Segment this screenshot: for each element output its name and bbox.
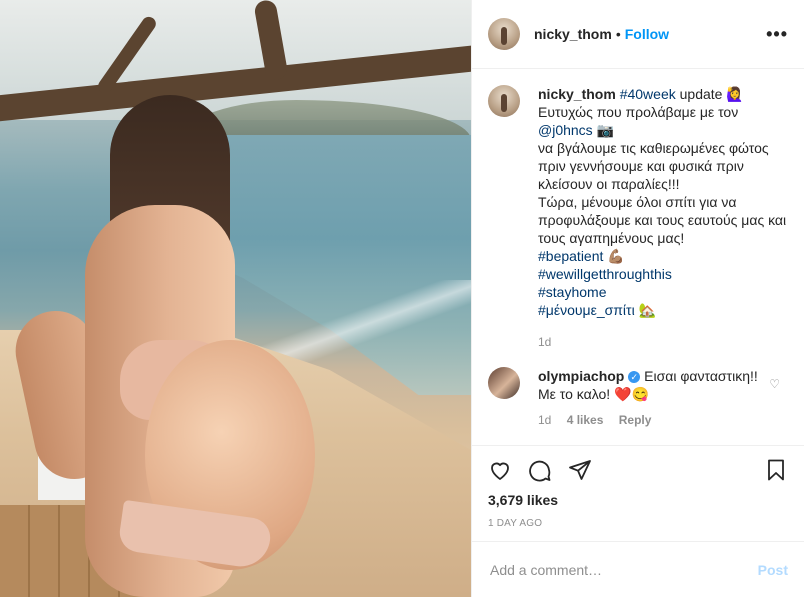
comment-time[interactable]: 1d bbox=[538, 413, 551, 427]
add-comment-bar: Post bbox=[472, 541, 804, 597]
caption-mention-line: @j0hncs 📷 bbox=[538, 121, 788, 139]
likes-count[interactable]: 3,679 likes bbox=[472, 486, 804, 508]
hashtag-line-1: #bepatient 💪🏽 bbox=[538, 247, 788, 265]
house-emoji: 🏡 bbox=[638, 302, 657, 318]
more-options-icon[interactable]: ••• bbox=[766, 24, 788, 45]
hashtag-stayhome[interactable]: #stayhome bbox=[538, 283, 788, 301]
post-photo[interactable] bbox=[0, 0, 471, 597]
mention-link[interactable]: @j0hncs bbox=[538, 122, 593, 138]
post-header: nicky_thom • Follow ••• bbox=[472, 0, 804, 69]
add-comment-input[interactable] bbox=[488, 560, 758, 579]
header-separator: • bbox=[615, 26, 621, 42]
comment-reply-button[interactable]: Reply bbox=[619, 413, 652, 427]
caption-line4: Τώρα, μένουμε όλοι σπίτι για να προφυλάξ… bbox=[538, 194, 787, 246]
hashtag-line-4: #μένουμε_σπίτι 🏡 bbox=[538, 301, 788, 319]
caption-line3: να βγάλουμε τις καθιερωμένες φώτος πριν … bbox=[538, 140, 769, 192]
commenter-avatar[interactable] bbox=[488, 367, 520, 399]
comment-meta: 1d 4 likes Reply bbox=[538, 413, 788, 427]
hashtag-40week[interactable]: #40week bbox=[620, 86, 676, 102]
photo-woman bbox=[8, 95, 315, 597]
comments-section[interactable]: nicky_thom #40week update 🙋‍♀️ Ευτυχώς π… bbox=[472, 69, 804, 445]
caption-username[interactable]: nicky_thom bbox=[538, 86, 616, 102]
author-username[interactable]: nicky_thom bbox=[534, 26, 612, 42]
post-comment-button[interactable]: Post bbox=[758, 562, 788, 578]
author-avatar[interactable] bbox=[488, 18, 520, 50]
caption-avatar[interactable] bbox=[488, 85, 520, 117]
caption-line1: update 🙋‍♀️ bbox=[679, 86, 744, 102]
caption-line2-text: Ευτυχώς που προλάβαμε με τον bbox=[538, 104, 739, 120]
follow-button[interactable]: Follow bbox=[625, 26, 669, 42]
caption-time[interactable]: 1d bbox=[538, 335, 788, 349]
save-bookmark-icon[interactable] bbox=[764, 458, 788, 482]
like-heart-icon[interactable] bbox=[488, 458, 512, 482]
post-timestamp[interactable]: 1 DAY AGO bbox=[472, 508, 804, 529]
verified-badge-icon: ✓ bbox=[628, 371, 641, 384]
action-bar bbox=[472, 446, 804, 486]
camera-emoji: 📷 bbox=[596, 122, 615, 138]
caption-text: nicky_thom #40week update 🙋‍♀️ Ευτυχώς π… bbox=[538, 85, 788, 319]
hashtag-wewillgetthroughthis[interactable]: #wewillgetthroughthis bbox=[538, 265, 788, 283]
comment-text: olympiachop ✓ Εισαι φανταστικη!! Με το κ… bbox=[538, 367, 768, 403]
comment-like-icon[interactable]: ♡ bbox=[769, 377, 780, 391]
post-actions-area: 3,679 likes 1 DAY AGO bbox=[472, 445, 804, 529]
instagram-post: nicky_thom • Follow ••• nicky_thom #40we… bbox=[0, 0, 804, 597]
caption-line2: Ευτυχώς που προλάβαμε με τον bbox=[538, 103, 788, 121]
comment-bubble-icon[interactable] bbox=[528, 458, 552, 482]
hashtag-bepatient[interactable]: #bepatient bbox=[538, 248, 603, 264]
muscle-emoji: 💪🏽 bbox=[607, 248, 625, 264]
hashtag-menoume-spiti[interactable]: #μένουμε_σπίτι bbox=[538, 302, 635, 318]
comment-likes[interactable]: 4 likes bbox=[567, 413, 604, 427]
comment-item: olympiachop ✓ Εισαι φανταστικη!! Με το κ… bbox=[488, 367, 788, 403]
share-paper-plane-icon[interactable] bbox=[568, 458, 592, 482]
caption: nicky_thom #40week update 🙋‍♀️ Ευτυχώς π… bbox=[488, 85, 788, 319]
commenter-username[interactable]: olympiachop bbox=[538, 368, 624, 384]
post-side-panel: nicky_thom • Follow ••• nicky_thom #40we… bbox=[471, 0, 804, 597]
